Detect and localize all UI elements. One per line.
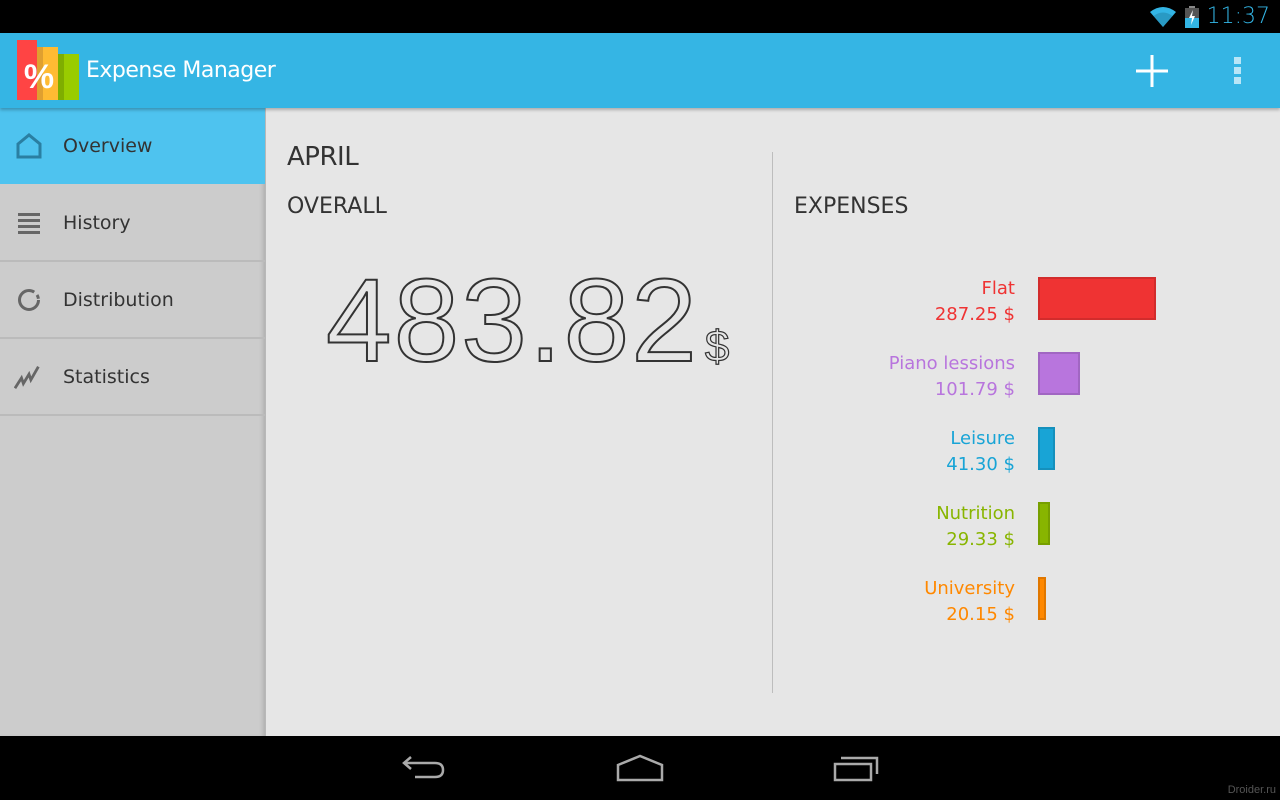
back-button[interactable] bbox=[394, 750, 454, 786]
watermark: Droider.ru bbox=[1227, 784, 1276, 796]
overview-content: APRIL OVERALL 483.82 $ EXPENSES Flat 287… bbox=[266, 108, 1280, 736]
expense-name: Flat bbox=[981, 278, 1015, 299]
expense-amount: 101.79 $ bbox=[934, 379, 1015, 400]
expense-name: Piano lessions bbox=[888, 353, 1015, 374]
overall-label: OVERALL bbox=[287, 194, 387, 219]
expense-bar bbox=[1038, 502, 1050, 545]
navigation-drawer: Overview History Distribution Statistics bbox=[0, 108, 266, 736]
wifi-icon bbox=[1149, 6, 1176, 27]
month-title: APRIL bbox=[287, 142, 359, 172]
sidebar-item-statistics[interactable]: Statistics bbox=[0, 339, 265, 416]
status-bar: 11:37 bbox=[0, 0, 1280, 33]
overall-total: 483.82 $ bbox=[325, 253, 730, 389]
expense-amount: 287.25 $ bbox=[934, 304, 1015, 325]
recents-icon bbox=[833, 756, 879, 782]
sidebar-item-history[interactable]: History bbox=[0, 185, 265, 262]
app-title: Expense Manager bbox=[86, 58, 276, 83]
expense-row-nutrition[interactable]: Nutrition 29.33 $ bbox=[826, 501, 1266, 551]
sidebar-item-label: Distribution bbox=[63, 288, 174, 311]
home-icon bbox=[14, 131, 44, 161]
sidebar-item-label: Statistics bbox=[63, 365, 150, 388]
donut-icon bbox=[14, 285, 44, 315]
expense-text: Piano lessions 101.79 $ bbox=[889, 351, 1015, 403]
expense-amount: 41.30 $ bbox=[946, 454, 1015, 475]
expense-amount: 29.33 $ bbox=[946, 529, 1015, 550]
home-nav-icon bbox=[616, 754, 664, 782]
expense-bar bbox=[1038, 427, 1055, 470]
overflow-menu-button[interactable] bbox=[1208, 33, 1268, 108]
overflow-menu-icon bbox=[1234, 56, 1241, 84]
expense-amount: 20.15 $ bbox=[946, 604, 1015, 625]
plus-icon bbox=[1136, 54, 1168, 87]
expense-name: University bbox=[924, 578, 1015, 599]
back-icon bbox=[402, 756, 445, 779]
sidebar-item-label: History bbox=[63, 211, 131, 234]
expense-bar bbox=[1038, 352, 1080, 395]
overall-total-value: 483.82 bbox=[325, 254, 699, 388]
expense-text: Flat 287.25 $ bbox=[935, 276, 1015, 328]
home-button[interactable] bbox=[610, 750, 670, 786]
app-logo-icon: % bbox=[17, 40, 79, 100]
list-icon bbox=[14, 208, 44, 238]
expense-row-leisure[interactable]: Leisure 41.30 $ bbox=[826, 426, 1266, 476]
expense-name: Nutrition bbox=[936, 503, 1015, 524]
sidebar-item-label: Overview bbox=[63, 135, 153, 157]
sidebar-item-distribution[interactable]: Distribution bbox=[0, 262, 265, 339]
status-icons: 11:37 bbox=[1149, 0, 1270, 33]
recents-button[interactable] bbox=[827, 750, 887, 786]
expense-row-flat[interactable]: Flat 287.25 $ bbox=[826, 276, 1266, 326]
chart-line-icon bbox=[14, 362, 44, 392]
expenses-label: EXPENSES bbox=[794, 194, 909, 219]
section-divider bbox=[772, 152, 773, 693]
expense-text: Nutrition 29.33 $ bbox=[936, 501, 1015, 553]
clock: 11:37 bbox=[1206, 4, 1270, 29]
expense-name: Leisure bbox=[950, 428, 1015, 449]
expense-row-piano-lessions[interactable]: Piano lessions 101.79 $ bbox=[826, 351, 1266, 401]
svg-text:%: % bbox=[24, 58, 54, 96]
action-bar: % Expense Manager bbox=[0, 33, 1280, 108]
expense-bar bbox=[1038, 577, 1046, 620]
expense-text: Leisure 41.30 $ bbox=[946, 426, 1015, 478]
system-navigation-bar: Droider.ru bbox=[0, 736, 1280, 800]
expense-row-university[interactable]: University 20.15 $ bbox=[826, 576, 1266, 626]
add-expense-button[interactable] bbox=[1122, 33, 1182, 108]
expense-text: University 20.15 $ bbox=[924, 576, 1015, 628]
expense-bar bbox=[1038, 277, 1156, 320]
overall-total-currency: $ bbox=[704, 321, 730, 371]
battery-charging-icon bbox=[1184, 5, 1199, 28]
sidebar-item-overview[interactable]: Overview bbox=[0, 108, 265, 184]
